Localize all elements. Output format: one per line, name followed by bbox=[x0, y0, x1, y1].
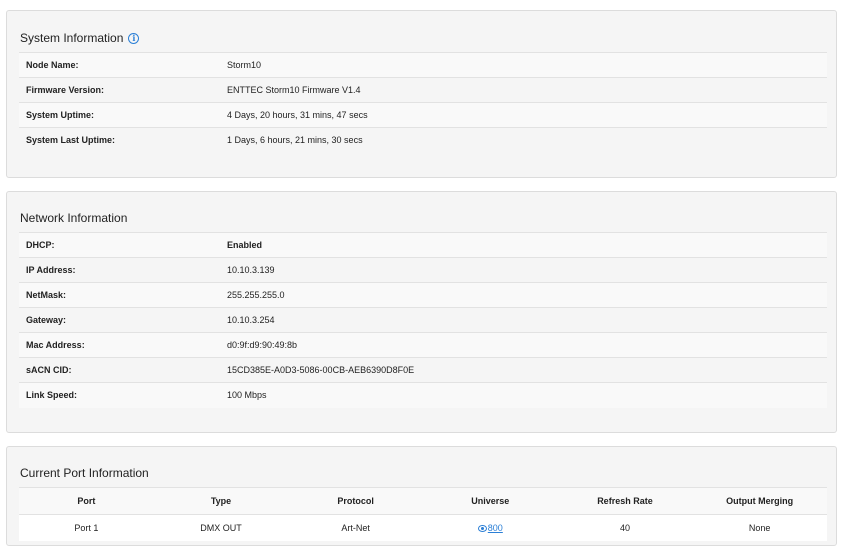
current-port-information-panel: Current Port Information Port Type Proto… bbox=[6, 446, 837, 546]
port-cell: Port 1 bbox=[19, 514, 154, 541]
network-information-panel: Network Information DHCP: Enabled IP Add… bbox=[6, 191, 837, 433]
firmware-version-value: ENTTEC Storm10 Firmware V1.4 bbox=[220, 77, 827, 103]
refresh-rate-cell: 40 bbox=[557, 514, 693, 541]
current-port-information-title-text: Current Port Information bbox=[20, 466, 149, 480]
table-row: DHCP: Enabled bbox=[19, 232, 827, 258]
firmware-version-label: Firmware Version: bbox=[19, 77, 220, 103]
dhcp-label: DHCP: bbox=[19, 232, 220, 258]
column-header-protocol: Protocol bbox=[288, 487, 423, 515]
link-speed-label: Link Speed: bbox=[19, 382, 220, 408]
node-name-value: Storm10 bbox=[220, 52, 827, 78]
column-header-type: Type bbox=[153, 487, 289, 515]
output-merging-cell: None bbox=[692, 514, 827, 541]
table-row: IP Address: 10.10.3.139 bbox=[19, 257, 827, 283]
gateway-label: Gateway: bbox=[19, 307, 220, 333]
system-information-title-text: System Information bbox=[20, 31, 124, 45]
sacn-cid-value: 15CD385E-A0D3-5086-00CB-AEB6390D8F0E bbox=[220, 357, 827, 383]
current-port-information-title: Current Port Information bbox=[20, 466, 149, 480]
netmask-label: NetMask: bbox=[19, 282, 220, 308]
table-row: NetMask: 255.255.255.0 bbox=[19, 282, 827, 308]
system-information-table: Node Name: Storm10 Firmware Version: ENT… bbox=[19, 52, 827, 153]
table-row: Port 1 DMX OUT Art-Net 800 40 None bbox=[19, 514, 827, 541]
universe-cell: 800 bbox=[422, 514, 558, 541]
mac-address-label: Mac Address: bbox=[19, 332, 220, 358]
protocol-cell: Art-Net bbox=[288, 514, 423, 541]
table-row: sACN CID: 15CD385E-A0D3-5086-00CB-AEB639… bbox=[19, 357, 827, 383]
table-row: Mac Address: d0:9f:d9:90:49:8b bbox=[19, 332, 827, 358]
system-information-panel: System Information i Node Name: Storm10 … bbox=[6, 10, 837, 178]
table-row: System Last Uptime: 1 Days, 6 hours, 21 … bbox=[19, 127, 827, 153]
table-row: Firmware Version: ENTTEC Storm10 Firmwar… bbox=[19, 77, 827, 103]
network-information-title-text: Network Information bbox=[20, 211, 128, 225]
table-row: Gateway: 10.10.3.254 bbox=[19, 307, 827, 333]
dhcp-status: Enabled bbox=[220, 232, 827, 258]
column-header-output-merging: Output Merging bbox=[692, 487, 827, 515]
table-row: System Uptime: 4 Days, 20 hours, 31 mins… bbox=[19, 102, 827, 128]
network-information-table: DHCP: Enabled IP Address: 10.10.3.139 Ne… bbox=[19, 232, 827, 408]
sacn-cid-label: sACN CID: bbox=[19, 357, 220, 383]
column-header-refresh-rate: Refresh Rate bbox=[557, 487, 693, 515]
ip-address-value: 10.10.3.139 bbox=[220, 257, 827, 283]
system-information-title: System Information i bbox=[20, 31, 140, 45]
link-speed-value: 100 Mbps bbox=[220, 382, 827, 408]
column-header-port: Port bbox=[19, 487, 154, 515]
netmask-value: 255.255.255.0 bbox=[220, 282, 827, 308]
eye-icon[interactable] bbox=[477, 525, 487, 533]
system-last-uptime-value: 1 Days, 6 hours, 21 mins, 30 secs bbox=[220, 127, 827, 153]
info-icon[interactable]: i bbox=[128, 32, 140, 44]
system-last-uptime-label: System Last Uptime: bbox=[19, 127, 220, 153]
table-row: Link Speed: 100 Mbps bbox=[19, 382, 827, 408]
system-uptime-value: 4 Days, 20 hours, 31 mins, 47 secs bbox=[220, 102, 827, 128]
table-row: Node Name: Storm10 bbox=[19, 52, 827, 78]
system-uptime-label: System Uptime: bbox=[19, 102, 220, 128]
node-name-label: Node Name: bbox=[19, 52, 220, 78]
network-information-title: Network Information bbox=[20, 211, 127, 225]
mac-address-value: d0:9f:d9:90:49:8b bbox=[220, 332, 827, 358]
type-cell: DMX OUT bbox=[153, 514, 289, 541]
port-table-header-row: Port Type Protocol Universe Refresh Rate… bbox=[19, 487, 827, 515]
port-table: Port Type Protocol Universe Refresh Rate… bbox=[19, 487, 827, 541]
gateway-value: 10.10.3.254 bbox=[220, 307, 827, 333]
ip-address-label: IP Address: bbox=[19, 257, 220, 283]
column-header-universe: Universe bbox=[422, 487, 558, 515]
